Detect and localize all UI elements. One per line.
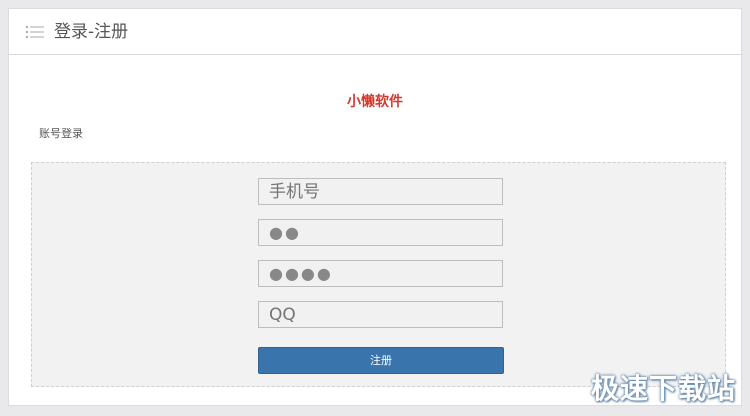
register-panel: 登录-注册 小懒软件 账号登录 ●● ●●●● 注册 — [8, 8, 742, 406]
section-label: 账号登录 — [39, 127, 83, 140]
confirm-password-input[interactable]: ●●●● — [258, 260, 503, 287]
password-mask: ●● — [269, 223, 301, 242]
register-button[interactable]: 注册 — [258, 347, 504, 374]
password-input[interactable]: ●● — [258, 219, 503, 246]
register-form: ●● ●●●● 注册 — [31, 162, 726, 387]
panel-header: 登录-注册 — [9, 9, 741, 55]
page-title: 登录-注册 — [54, 22, 129, 42]
qq-input[interactable] — [258, 301, 503, 328]
list-icon — [26, 26, 44, 38]
confirm-password-mask: ●●●● — [269, 264, 333, 283]
brand-name: 小懒软件 — [347, 94, 403, 110]
watermark: 极速下载站 — [590, 372, 736, 405]
phone-input[interactable] — [258, 178, 503, 205]
